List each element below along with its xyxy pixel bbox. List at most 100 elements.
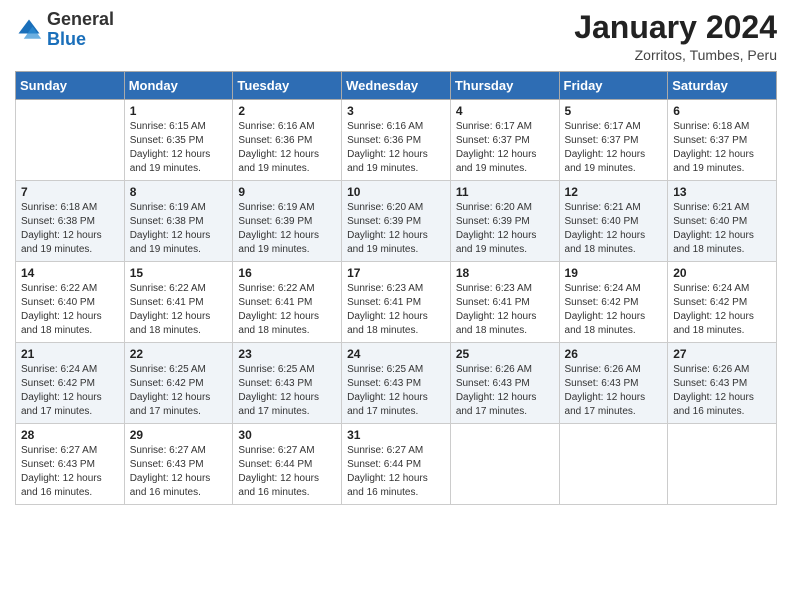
weekday-header-tuesday: Tuesday bbox=[233, 72, 342, 100]
weekday-header-thursday: Thursday bbox=[450, 72, 559, 100]
day-info: Sunrise: 6:22 AMSunset: 6:40 PMDaylight:… bbox=[21, 282, 119, 338]
day-info: Sunrise: 6:24 AMSunset: 6:42 PMDaylight:… bbox=[673, 282, 771, 338]
day-info: Sunrise: 6:18 AMSunset: 6:38 PMDaylight:… bbox=[21, 201, 119, 257]
day-number: 11 bbox=[456, 185, 554, 199]
day-info: Sunrise: 6:19 AMSunset: 6:38 PMDaylight:… bbox=[130, 201, 228, 257]
week-row-4: 21 Sunrise: 6:24 AMSunset: 6:42 PMDayligh… bbox=[16, 343, 777, 424]
day-number: 14 bbox=[21, 266, 119, 280]
day-info: Sunrise: 6:21 AMSunset: 6:40 PMDaylight:… bbox=[673, 201, 771, 257]
day-cell: 3 Sunrise: 6:16 AMSunset: 6:36 PMDaylight… bbox=[342, 100, 451, 181]
day-number: 27 bbox=[673, 347, 771, 361]
day-number: 9 bbox=[238, 185, 336, 199]
weekday-header-saturday: Saturday bbox=[668, 72, 777, 100]
day-cell: 21 Sunrise: 6:24 AMSunset: 6:42 PMDayligh… bbox=[16, 343, 125, 424]
day-cell: 17 Sunrise: 6:23 AMSunset: 6:41 PMDayligh… bbox=[342, 262, 451, 343]
day-info: Sunrise: 6:27 AMSunset: 6:43 PMDaylight:… bbox=[130, 444, 228, 500]
day-cell: 15 Sunrise: 6:22 AMSunset: 6:41 PMDayligh… bbox=[124, 262, 233, 343]
day-cell: 23Sunrise: 6:25 AMSunset: 6:43 PMDayligh… bbox=[233, 343, 342, 424]
month-title: January 2024 bbox=[574, 10, 777, 45]
day-number: 26 bbox=[565, 347, 663, 361]
day-info: Sunrise: 6:16 AMSunset: 6:36 PMDaylight:… bbox=[347, 120, 445, 176]
day-cell: 29 Sunrise: 6:27 AMSunset: 6:43 PMDayligh… bbox=[124, 424, 233, 505]
day-number: 10 bbox=[347, 185, 445, 199]
day-cell: 2 Sunrise: 6:16 AMSunset: 6:36 PMDaylight… bbox=[233, 100, 342, 181]
location: Zorritos, Tumbes, Peru bbox=[574, 47, 777, 63]
day-cell: 28Sunrise: 6:27 AMSunset: 6:43 PMDayligh… bbox=[16, 424, 125, 505]
day-cell: 6 Sunrise: 6:18 AMSunset: 6:37 PMDaylight… bbox=[668, 100, 777, 181]
day-number: 12 bbox=[565, 185, 663, 199]
day-cell: 10 Sunrise: 6:20 AMSunset: 6:39 PMDayligh… bbox=[342, 181, 451, 262]
day-number: 30 bbox=[238, 428, 336, 442]
weekday-header-sunday: Sunday bbox=[16, 72, 125, 100]
day-cell: 31Sunrise: 6:27 AMSunset: 6:44 PMDayligh… bbox=[342, 424, 451, 505]
weekday-header-row: SundayMondayTuesdayWednesdayThursdayFrid… bbox=[16, 72, 777, 100]
week-row-1: 1 Sunrise: 6:15 AMSunset: 6:35 PMDaylight… bbox=[16, 100, 777, 181]
day-info: Sunrise: 6:22 AMSunset: 6:41 PMDaylight:… bbox=[130, 282, 228, 338]
weekday-header-wednesday: Wednesday bbox=[342, 72, 451, 100]
day-number: 7 bbox=[21, 185, 119, 199]
day-number: 15 bbox=[130, 266, 228, 280]
day-cell: 14 Sunrise: 6:22 AMSunset: 6:40 PMDayligh… bbox=[16, 262, 125, 343]
day-number: 23 bbox=[238, 347, 336, 361]
day-cell: 27 Sunrise: 6:26 AMSunset: 6:43 PMDayligh… bbox=[668, 343, 777, 424]
day-info: Sunrise: 6:25 AMSunset: 6:42 PMDaylight:… bbox=[130, 363, 228, 419]
day-cell: 7 Sunrise: 6:18 AMSunset: 6:38 PMDaylight… bbox=[16, 181, 125, 262]
day-number: 29 bbox=[130, 428, 228, 442]
day-info: Sunrise: 6:18 AMSunset: 6:37 PMDaylight:… bbox=[673, 120, 771, 176]
day-info: Sunrise: 6:23 AMSunset: 6:41 PMDaylight:… bbox=[456, 282, 554, 338]
day-number: 8 bbox=[130, 185, 228, 199]
day-info: Sunrise: 6:21 AMSunset: 6:40 PMDaylight:… bbox=[565, 201, 663, 257]
logo: General Blue bbox=[15, 10, 114, 50]
day-info: Sunrise: 6:27 AMSunset: 6:44 PMDaylight:… bbox=[238, 444, 336, 500]
day-info: Sunrise: 6:25 AMSunset: 6:43 PMDaylight:… bbox=[347, 363, 445, 419]
day-cell: 9 Sunrise: 6:19 AMSunset: 6:39 PMDaylight… bbox=[233, 181, 342, 262]
day-number: 17 bbox=[347, 266, 445, 280]
day-cell: 30 Sunrise: 6:27 AMSunset: 6:44 PMDayligh… bbox=[233, 424, 342, 505]
day-cell: 11 Sunrise: 6:20 AMSunset: 6:39 PMDayligh… bbox=[450, 181, 559, 262]
day-number: 16 bbox=[238, 266, 336, 280]
weekday-header-friday: Friday bbox=[559, 72, 668, 100]
day-number: 6 bbox=[673, 104, 771, 118]
day-cell: 18 Sunrise: 6:23 AMSunset: 6:41 PMDayligh… bbox=[450, 262, 559, 343]
week-row-2: 7 Sunrise: 6:18 AMSunset: 6:38 PMDaylight… bbox=[16, 181, 777, 262]
day-cell: 20Sunrise: 6:24 AMSunset: 6:42 PMDayligh… bbox=[668, 262, 777, 343]
title-block: January 2024 Zorritos, Tumbes, Peru bbox=[574, 10, 777, 63]
day-cell: 4Sunrise: 6:17 AMSunset: 6:37 PMDaylight… bbox=[450, 100, 559, 181]
day-number: 21 bbox=[21, 347, 119, 361]
day-cell: 22 Sunrise: 6:25 AMSunset: 6:42 PMDayligh… bbox=[124, 343, 233, 424]
day-info: Sunrise: 6:20 AMSunset: 6:39 PMDaylight:… bbox=[347, 201, 445, 257]
day-info: Sunrise: 6:24 AMSunset: 6:42 PMDaylight:… bbox=[565, 282, 663, 338]
day-cell: 19Sunrise: 6:24 AMSunset: 6:42 PMDayligh… bbox=[559, 262, 668, 343]
day-info: Sunrise: 6:20 AMSunset: 6:39 PMDaylight:… bbox=[456, 201, 554, 257]
day-info: Sunrise: 6:15 AMSunset: 6:35 PMDaylight:… bbox=[130, 120, 228, 176]
day-cell: 5Sunrise: 6:17 AMSunset: 6:37 PMDaylight… bbox=[559, 100, 668, 181]
day-info: Sunrise: 6:19 AMSunset: 6:39 PMDaylight:… bbox=[238, 201, 336, 257]
day-number: 24 bbox=[347, 347, 445, 361]
header: General Blue January 2024 Zorritos, Tumb… bbox=[15, 10, 777, 63]
day-number: 13 bbox=[673, 185, 771, 199]
day-info: Sunrise: 6:26 AMSunset: 6:43 PMDaylight:… bbox=[456, 363, 554, 419]
calendar: SundayMondayTuesdayWednesdayThursdayFrid… bbox=[15, 71, 777, 505]
day-info: Sunrise: 6:24 AMSunset: 6:42 PMDaylight:… bbox=[21, 363, 119, 419]
day-info: Sunrise: 6:16 AMSunset: 6:36 PMDaylight:… bbox=[238, 120, 336, 176]
week-row-3: 14 Sunrise: 6:22 AMSunset: 6:40 PMDayligh… bbox=[16, 262, 777, 343]
day-cell: 24 Sunrise: 6:25 AMSunset: 6:43 PMDayligh… bbox=[342, 343, 451, 424]
day-cell bbox=[16, 100, 125, 181]
day-cell: 1 Sunrise: 6:15 AMSunset: 6:35 PMDaylight… bbox=[124, 100, 233, 181]
day-cell: 25 Sunrise: 6:26 AMSunset: 6:43 PMDayligh… bbox=[450, 343, 559, 424]
day-number: 18 bbox=[456, 266, 554, 280]
page: General Blue January 2024 Zorritos, Tumb… bbox=[0, 0, 792, 612]
day-number: 1 bbox=[130, 104, 228, 118]
logo-general-text: General bbox=[47, 9, 114, 29]
day-cell: 13 Sunrise: 6:21 AMSunset: 6:40 PMDayligh… bbox=[668, 181, 777, 262]
day-cell: 26Sunrise: 6:26 AMSunset: 6:43 PMDayligh… bbox=[559, 343, 668, 424]
day-number: 4 bbox=[456, 104, 554, 118]
day-number: 3 bbox=[347, 104, 445, 118]
day-info: Sunrise: 6:17 AMSunset: 6:37 PMDaylight:… bbox=[565, 120, 663, 176]
day-number: 2 bbox=[238, 104, 336, 118]
day-number: 22 bbox=[130, 347, 228, 361]
logo-icon bbox=[15, 16, 43, 44]
day-number: 25 bbox=[456, 347, 554, 361]
day-info: Sunrise: 6:23 AMSunset: 6:41 PMDaylight:… bbox=[347, 282, 445, 338]
day-info: Sunrise: 6:26 AMSunset: 6:43 PMDaylight:… bbox=[673, 363, 771, 419]
